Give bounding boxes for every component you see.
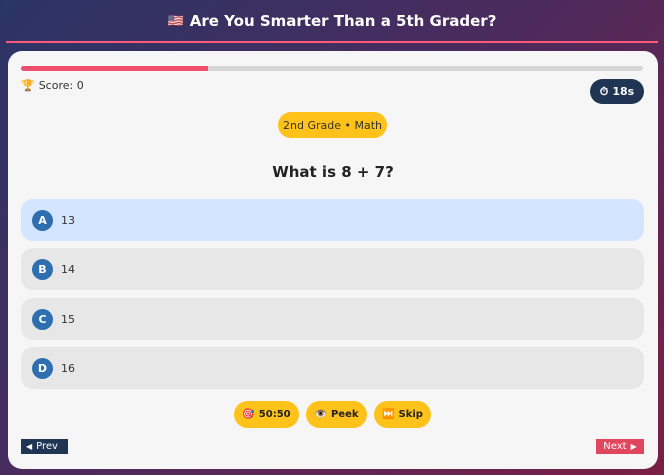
next-button[interactable]: Next ▶	[596, 439, 644, 454]
us-flag-icon: 🇺🇸	[167, 13, 184, 29]
answer-option-d[interactable]: D 16	[21, 347, 644, 389]
eye-icon: 👁️	[314, 409, 327, 420]
skip-button[interactable]: ⏭️ Skip	[374, 401, 431, 428]
option-letter: A	[32, 209, 53, 231]
arrow-right-icon: ▶	[630, 442, 637, 451]
prev-button[interactable]: ◀ Prev	[21, 439, 68, 454]
answer-option-c[interactable]: C 15	[21, 298, 644, 340]
option-text: 13	[61, 213, 75, 227]
timer-badge: ⏱ 18s	[590, 79, 644, 104]
option-letter: C	[32, 308, 53, 330]
lifeline-label: 50:50	[258, 409, 291, 420]
skip-icon: ⏭️	[382, 409, 395, 420]
target-icon: 🎯	[242, 409, 255, 420]
peek-button[interactable]: 👁️ Peek	[306, 401, 367, 428]
header-divider	[6, 41, 658, 43]
quiz-card: 🏆 Score: 0 ⏱ 18s 2nd Grade • Math What i…	[8, 51, 658, 469]
score-label: Score: 0	[38, 79, 84, 92]
lifeline-label: Peek	[330, 409, 359, 420]
answer-option-b[interactable]: B 14	[21, 248, 644, 290]
lifeline-label: Skip	[398, 409, 423, 420]
question-text: What is 8 + 7?	[272, 163, 394, 181]
option-text: 14	[61, 262, 75, 276]
progress-fill	[21, 66, 208, 71]
arrow-left-icon: ◀	[26, 442, 33, 451]
fifty-fifty-button[interactable]: 🎯 50:50	[234, 401, 299, 428]
option-letter: D	[32, 357, 53, 379]
app-header: 🇺🇸 Are You Smarter Than a 5th Grader?	[0, 0, 664, 42]
progress-bar	[21, 66, 643, 71]
score-display: 🏆 Score: 0	[21, 79, 84, 92]
answer-option-a[interactable]: A 13	[21, 199, 644, 241]
trophy-icon: 🏆	[21, 79, 35, 92]
option-text: 16	[61, 361, 75, 375]
next-label: Next	[603, 441, 627, 452]
page-title: Are You Smarter Than a 5th Grader?	[189, 12, 497, 30]
option-letter: B	[32, 258, 53, 280]
category-badge: 2nd Grade • Math	[278, 112, 387, 138]
prev-label: Prev	[36, 441, 58, 452]
timer-label: 18s	[612, 85, 635, 98]
option-text: 15	[61, 312, 75, 326]
stopwatch-icon: ⏱	[599, 84, 609, 98]
